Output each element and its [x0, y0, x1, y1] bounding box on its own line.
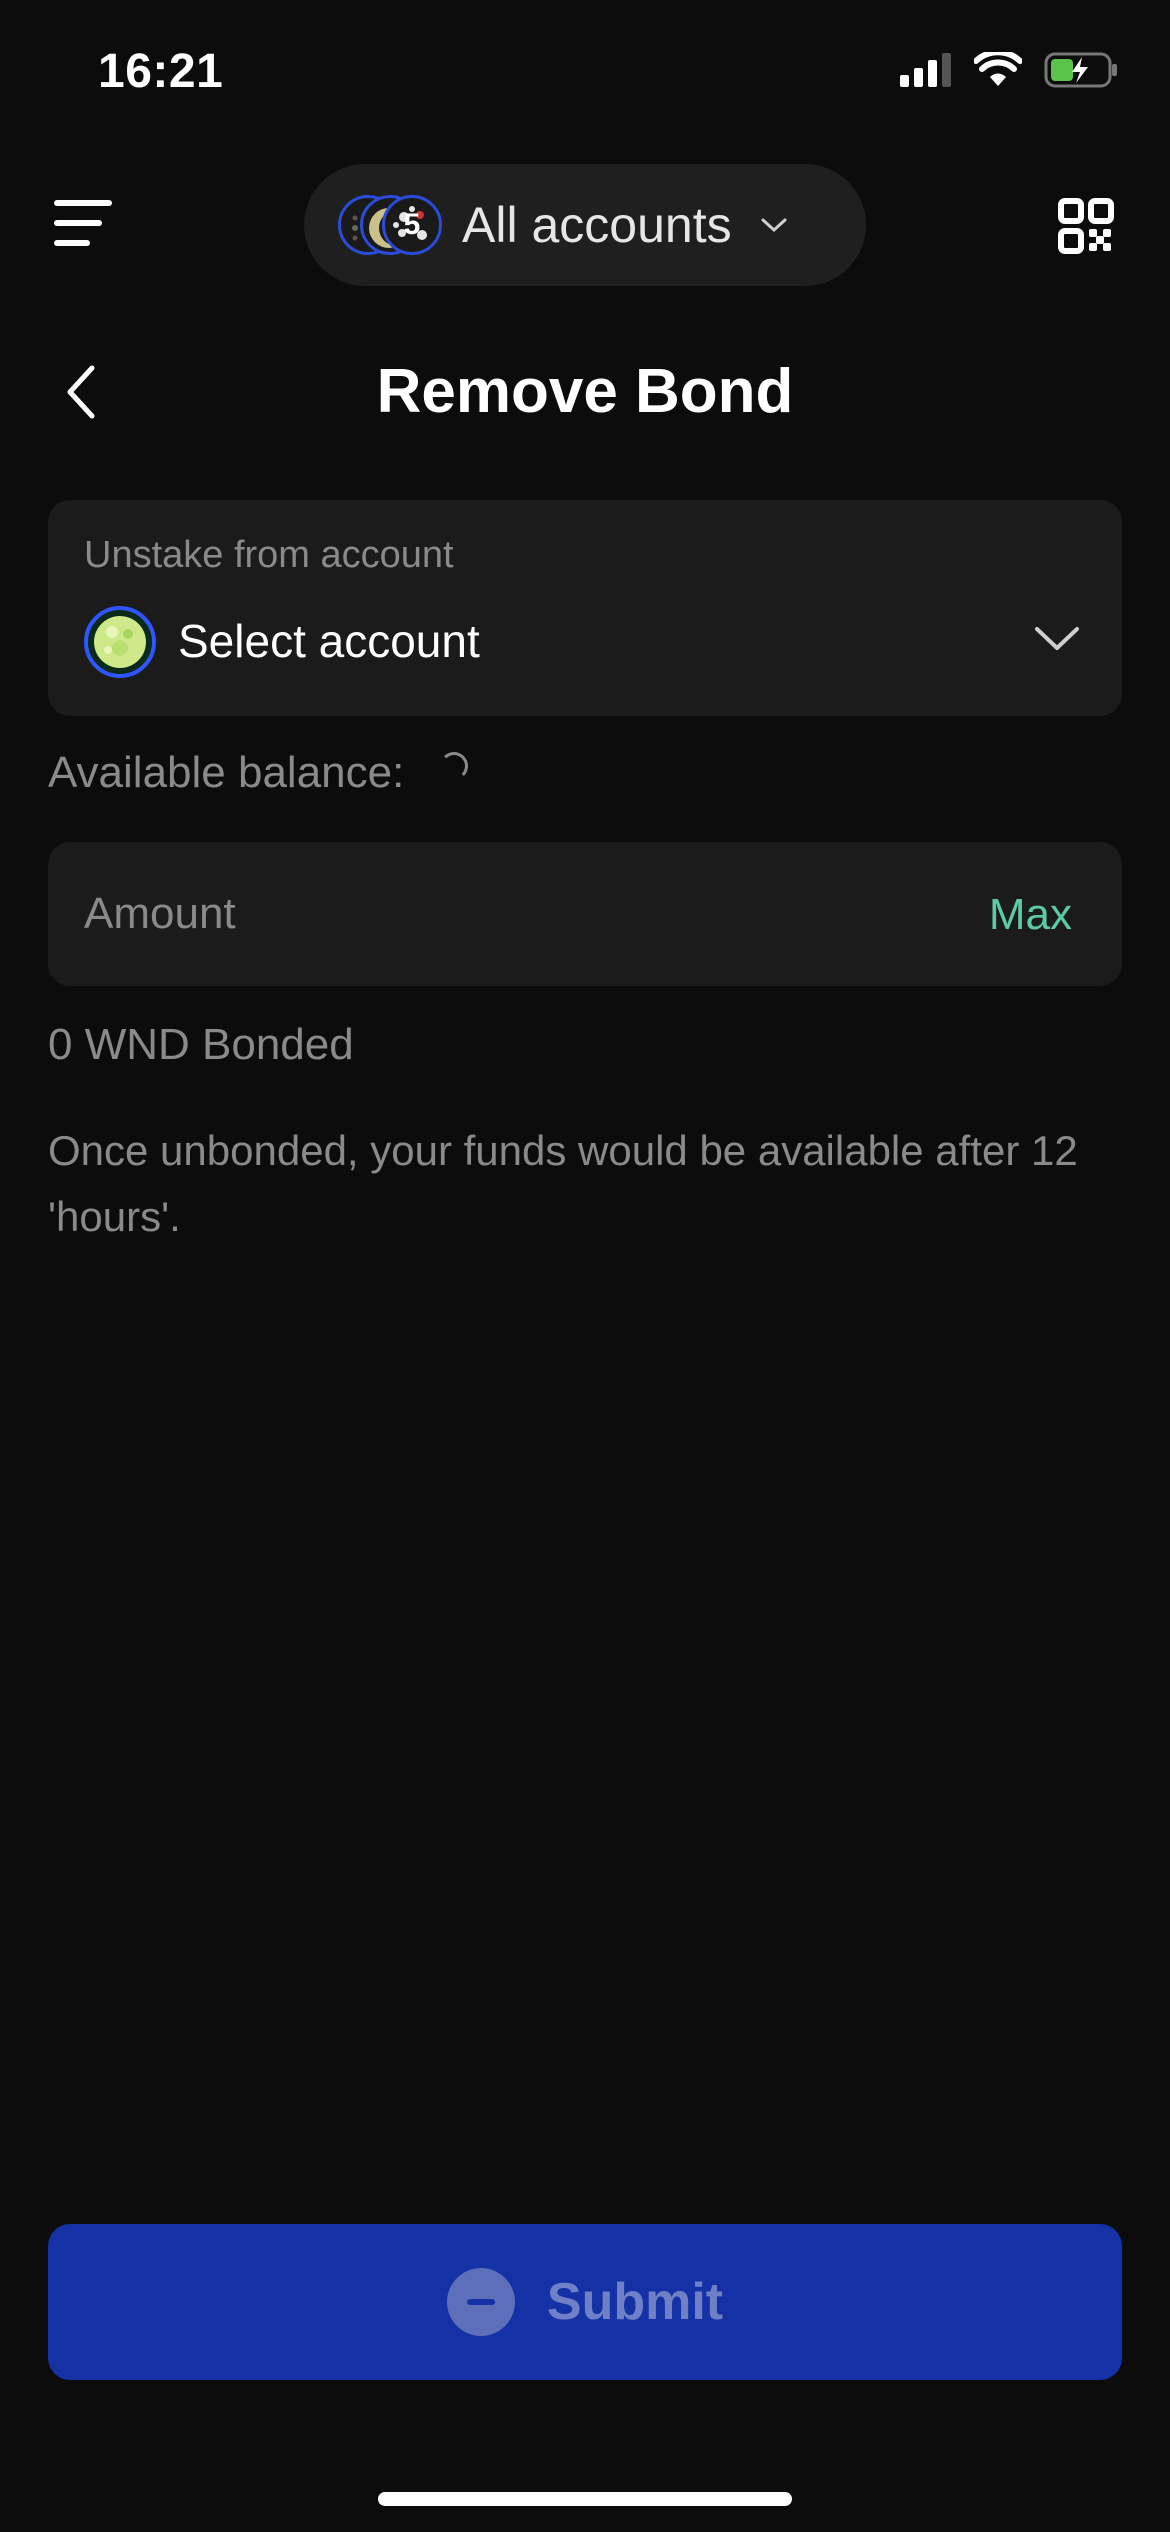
amount-field[interactable]: Max	[48, 842, 1122, 986]
chevron-down-icon	[761, 218, 787, 233]
submit-label: Submit	[546, 2273, 724, 2331]
battery-charging-icon	[1044, 52, 1117, 88]
unstake-from-label: Unstake from account	[84, 534, 454, 576]
menu-icon[interactable]	[54, 198, 114, 250]
loading-spinner-icon	[440, 752, 468, 780]
page-title: Remove Bond	[376, 357, 794, 426]
account-count-badge: 5	[403, 208, 421, 241]
account-selector[interactable]: 5 All accounts	[304, 164, 866, 286]
select-account-placeholder: Select account	[178, 615, 480, 667]
account-select-dropdown[interactable]: Unstake from account Select account	[48, 500, 1122, 716]
submit-button[interactable]: Submit	[48, 2224, 1122, 2380]
max-button[interactable]: Max	[989, 890, 1072, 940]
status-time: 16:21	[98, 45, 224, 98]
account-avatar: 5	[382, 195, 442, 255]
bonded-amount: 0 WND Bonded	[48, 1020, 354, 1069]
home-indicator[interactable]	[378, 2492, 792, 2506]
signal-icon	[900, 53, 951, 87]
account-selector-label: All accounts	[462, 197, 732, 253]
account-avatars: 5	[338, 191, 448, 259]
status-icons	[900, 52, 1118, 88]
account-avatar	[84, 606, 156, 678]
available-balance-label: Available balance:	[48, 748, 405, 797]
qr-code-icon[interactable]	[1058, 198, 1114, 254]
unbonding-note: Once unbonded, your funds would be avail…	[48, 1127, 1078, 1240]
minus-circle-icon	[446, 2268, 515, 2336]
wifi-icon	[974, 52, 1022, 86]
chevron-down-icon	[1035, 627, 1079, 650]
amount-input[interactable]	[84, 882, 884, 946]
